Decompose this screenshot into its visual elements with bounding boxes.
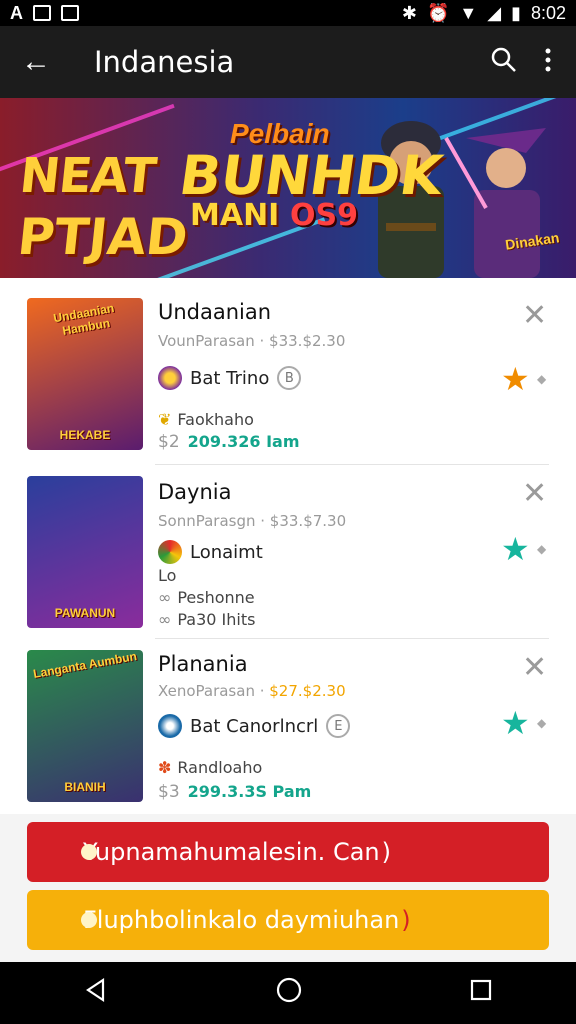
nav-recents-icon[interactable] — [469, 977, 493, 1009]
signal-icon: ◢ — [487, 2, 502, 23]
money-line: $2 209.326 Iam — [158, 432, 300, 452]
game-list: Undaanian Hambun HEKABE Undaanian VounPa… — [0, 278, 576, 814]
page-title: Indanesia — [94, 45, 235, 79]
game-thumbnail: Langanta Aumbun BIANIH — [27, 650, 143, 802]
wifi-icon: ▼ — [459, 2, 478, 23]
minor-line: ✽ Randloaho — [158, 758, 263, 777]
primary-action-button[interactable]: Yupnamahumalesin. Can) — [27, 822, 549, 882]
divider — [155, 638, 549, 639]
feature-row: Bat Canorlncrl E — [158, 714, 351, 738]
status-letter-a: A — [10, 2, 23, 23]
battery-icon: ▮ — [511, 2, 521, 23]
link-icon: ∞ — [158, 588, 172, 607]
bullet-dot-icon — [81, 844, 97, 860]
banner-headline-5: OS9 — [290, 198, 358, 233]
system-nav-bar — [0, 962, 576, 1024]
status-time: 8:02 — [530, 2, 566, 23]
notification-square-icon — [33, 5, 51, 21]
wheat-icon: ❦ — [158, 410, 172, 429]
image-notification-icon — [61, 5, 79, 21]
game-thumbnail: Undaanian Hambun HEKABE — [27, 298, 143, 450]
minor-line: Lo — [158, 566, 177, 585]
secondary-action-button[interactable]: Fluphbolinkalo daymiuhan) — [27, 890, 549, 950]
game-title: Planania — [158, 652, 248, 676]
banner-headline-1: NEAT — [17, 148, 159, 204]
search-icon[interactable] — [490, 46, 518, 79]
diamond-small-icon: ◆ — [537, 716, 547, 730]
close-icon[interactable]: ✕ — [522, 650, 547, 685]
feature-row: Bat Trino B — [158, 366, 302, 390]
diamond-small-icon: ◆ — [537, 542, 547, 556]
diamond-small-icon: ◆ — [537, 372, 547, 386]
star-icon[interactable]: ★ ◆ — [501, 530, 546, 568]
feature-badge: B — [277, 366, 302, 390]
minor-line: ∞ Pa30 Ihits — [158, 610, 256, 629]
game-vendor-line: XenoParasan · $27.$2.30 — [158, 682, 346, 700]
game-title: Undaanian — [158, 300, 272, 324]
game-vendor-line: VounParasan · $33.$2.30 — [158, 332, 346, 350]
nav-home-icon[interactable] — [275, 976, 303, 1011]
bullet-dot-icon — [81, 912, 97, 928]
status-bar: A ✱ ⏰ ▼ ◢ ▮ 8:02 — [0, 0, 576, 26]
banner-headline-4: MANI — [190, 198, 280, 233]
back-arrow-icon[interactable]: ← — [0, 45, 72, 79]
ball-icon — [158, 540, 182, 564]
sparkle-icon: ✽ — [158, 758, 172, 777]
feature-badge: E — [326, 714, 351, 738]
banner-headline-2: PTJAD — [14, 208, 191, 266]
game-thumbnail: PAWANUN — [27, 476, 143, 628]
money-line: $3 299.3.3S Pam — [158, 782, 312, 802]
star-icon[interactable]: ★ ◆ — [501, 360, 546, 398]
minor-line: ❦ Faokhaho — [158, 410, 254, 429]
promo-banner[interactable]: NEAT PTJAD Pelbain BUNHDK MANI OS9 Dinak… — [0, 98, 576, 278]
bluetooth-icon: ✱ — [401, 2, 417, 23]
feature-row: Lonaimt — [158, 540, 263, 564]
alarm-icon: ⏰ — [426, 2, 450, 23]
close-icon[interactable]: ✕ — [522, 476, 547, 511]
character-avatar-icon — [158, 366, 182, 390]
game-title: Daynia — [158, 480, 232, 504]
divider — [155, 464, 549, 465]
game-vendor-line: SonnParasgn · $33.$7.30 — [158, 512, 347, 530]
nav-back-icon[interactable] — [83, 977, 109, 1010]
minor-line: ∞ Peshonne — [158, 588, 255, 607]
close-icon[interactable]: ✕ — [522, 298, 547, 333]
link-icon: ∞ — [158, 610, 172, 629]
more-options-icon[interactable] — [544, 46, 552, 79]
star-icon[interactable]: ★ ◆ — [501, 704, 546, 742]
globe-icon — [158, 714, 182, 738]
app-bar: ← Indanesia — [0, 26, 576, 98]
